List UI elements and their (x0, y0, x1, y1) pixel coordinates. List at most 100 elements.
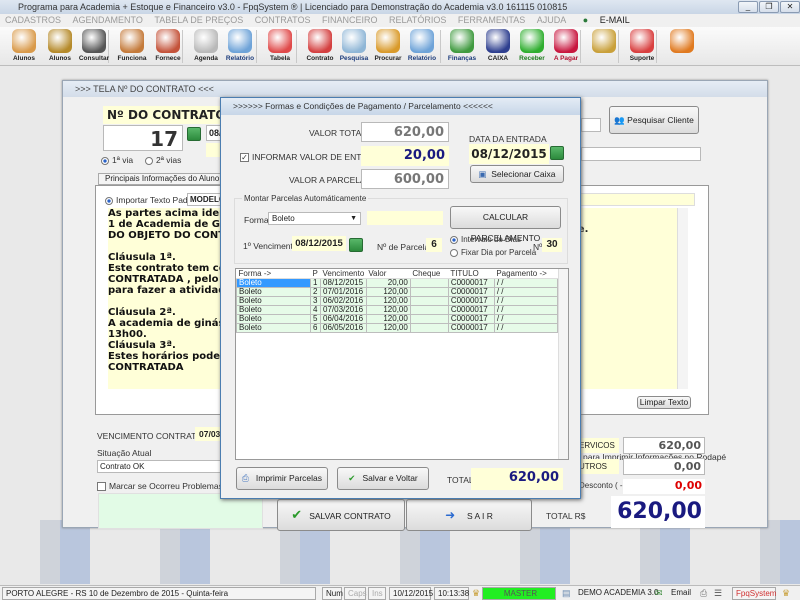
toolbar-button-pesquisa-9[interactable]: Pesquisa (336, 29, 372, 65)
settings-icon[interactable]: ☰ (714, 588, 722, 599)
clear-text-button[interactable]: Limpar Texto (637, 396, 691, 409)
toolbar-button-alunos-1[interactable]: Alunos (42, 29, 78, 65)
interval-radio[interactable]: Intervalo de Dias (450, 235, 521, 244)
import-text-radio[interactable]: Importar Texto Padrão (105, 195, 200, 205)
calendar-icon[interactable] (187, 127, 201, 141)
toolbar: Alunos Alunos Consultar Funciona Fornece Agen… (0, 27, 800, 66)
menu-email[interactable]: ● E-MAIL (578, 15, 634, 25)
toolbar-button-consultar-2[interactable]: Consultar (76, 29, 112, 65)
col-pagamento[interactable]: Pagamento -> (494, 269, 558, 279)
dialog-total-value: 620,00 (471, 468, 563, 490)
contract-number-field[interactable]: 17 (103, 125, 183, 151)
select-caixa-button[interactable]: ▣ Selecionar Caixa (470, 165, 564, 183)
menu-cadastros[interactable]: CADASTROS (5, 15, 61, 25)
cell-pagamento: / / (493, 287, 559, 297)
toolbar-button-funciona-3[interactable]: Funciona (114, 29, 150, 65)
discount-value[interactable]: 0,00 (623, 479, 705, 494)
situation-select[interactable]: Contrato OK (97, 460, 227, 473)
toolbar-label: A Pagar (553, 55, 579, 62)
model-select[interactable]: MODELO (187, 193, 225, 206)
toolbar-button-receber-14[interactable]: Receber (514, 29, 550, 65)
close-button[interactable]: ✕ (780, 1, 800, 13)
toolbar-button-fornece-4[interactable]: Fornece (150, 29, 186, 65)
status-email[interactable]: Email (668, 587, 694, 600)
client-field[interactable] (581, 118, 601, 132)
select-caixa-label: Selecionar Caixa (491, 169, 556, 179)
dropdown-arrow-icon: ▼ (350, 215, 357, 222)
database-icon: ▤ (562, 588, 571, 598)
check-icon: ✔ (291, 507, 303, 522)
toolbar-label: Relatório (225, 55, 255, 62)
save-contract-button[interactable]: ✔ SALVAR CONTRATO (277, 499, 405, 531)
toolbar-label: Alunos (12, 55, 36, 62)
toolbar-button-agenda-5[interactable]: Agenda (188, 29, 224, 65)
toolbar-button-relat-rio-11[interactable]: Relatório (404, 29, 440, 65)
services-label: ERVICOS (579, 438, 619, 453)
search-client-button[interactable]: 👥 Pesquisar Cliente (609, 106, 699, 134)
minimize-button[interactable]: _ (738, 1, 758, 13)
model-extra-field[interactable] (573, 193, 695, 206)
restore-button[interactable]: ❐ (759, 1, 779, 13)
menu-contratos[interactable]: CONTRATOS (255, 15, 311, 25)
table-row[interactable]: Boleto 6 06/05/2016 120,00 C0000017 / / (236, 323, 559, 333)
toolbar-button-a-pagar-15[interactable]: A Pagar (548, 29, 584, 65)
exit-button[interactable]: ➜ S A I R (406, 499, 532, 531)
print-installments-button[interactable]: ⎙ Imprimir Parcelas (236, 467, 328, 490)
services-value[interactable]: 620,00 (623, 437, 705, 454)
toolbar-button-coins-16[interactable] (586, 29, 622, 65)
email-icon[interactable]: ✉ (655, 588, 663, 599)
via1-radio[interactable]: 1ª via (101, 155, 133, 165)
via1-label: 1ª via (112, 155, 134, 165)
text-scrollbar[interactable] (677, 208, 688, 389)
status-company: DEMO ACADEMIA 3.0 (578, 588, 659, 597)
toolbar-label: Receber (519, 55, 545, 62)
menu-financeiro[interactable]: FINANCEIRO (322, 15, 378, 25)
search-docs-icon (342, 29, 366, 53)
toolbar-button-contrato-8[interactable]: Contrato (302, 29, 338, 65)
others-value[interactable]: 0,00 (623, 458, 705, 475)
num-parcelas-field[interactable]: 6 (426, 238, 442, 252)
toolbar-button-procurar-10[interactable]: Procurar (370, 29, 406, 65)
printer-icon[interactable]: ⎙ (700, 588, 707, 599)
client-info-field[interactable] (581, 147, 701, 161)
toolbar-label: Funciona (117, 55, 147, 62)
valor-total-field[interactable]: 620,00 (361, 122, 449, 142)
table-scrollbar[interactable] (558, 269, 568, 459)
cell-pagamento: / / (493, 323, 559, 333)
finance-chart-icon (450, 29, 474, 53)
calculate-button[interactable]: CALCULAR PARCELAMENTO (450, 206, 561, 243)
discount-label: Desconto ( - ) (579, 481, 628, 490)
forma-select[interactable]: Boleto ▼ (268, 212, 361, 225)
installments-table[interactable]: Forma -> P Vencimento Valor Cheque TITUL… (235, 268, 569, 460)
data-entrada-field[interactable]: 08/12/2015 (469, 144, 549, 164)
n-field[interactable]: 30 (542, 238, 562, 252)
forma-extra-field[interactable] (367, 211, 443, 225)
via2-radio[interactable]: 2ª vias (145, 155, 181, 165)
toolbar-button-relat-rio-6[interactable]: Relatório (222, 29, 258, 65)
parcelar-field[interactable]: 600,00 (361, 169, 449, 189)
toolbar-button-suporte-17[interactable]: Suporte (624, 29, 660, 65)
tab-student-info[interactable]: Principais Informações do Aluno -> (98, 173, 223, 193)
toolbar-button-tabela-7[interactable]: Tabela (262, 29, 298, 65)
menu-ferramentas[interactable]: FERRAMENTAS (458, 15, 525, 25)
exit-door-icon (670, 29, 694, 53)
dialog-title: >>>>>> Formas e Condições de Pagamento /… (221, 98, 580, 115)
menu-ajuda[interactable]: AJUDA (537, 15, 567, 25)
menu-tabela-precos[interactable]: TABELA DE PREÇOS (154, 15, 243, 25)
toolbar-button-exit-door-18[interactable] (664, 29, 700, 65)
menu-email-label: E-MAIL (599, 15, 630, 25)
entrada-field[interactable]: 20,00 (361, 146, 449, 166)
status-ins: Ins (368, 587, 386, 600)
calendar-icon[interactable] (550, 146, 564, 160)
toolbar-button-caixa-13[interactable]: CAIXA (480, 29, 516, 65)
calendar-icon[interactable] (349, 238, 363, 252)
menu-relatorios[interactable]: RELATÓRIOS (389, 15, 446, 25)
toolbar-button-finan-as-12[interactable]: Finanças (444, 29, 480, 65)
save-back-button[interactable]: ✔ Salvar e Voltar (337, 467, 429, 490)
first-due-field[interactable]: 08/12/2015 (292, 236, 346, 251)
fixed-day-radio[interactable]: Fixar Dia por Parcela (450, 248, 536, 257)
toolbar-button-alunos-0[interactable]: Alunos (6, 29, 42, 65)
col-cheque[interactable]: Cheque (410, 269, 449, 279)
menu-agendamento[interactable]: AGENDAMENTO (73, 15, 143, 25)
exit-label: S A I R (466, 511, 493, 521)
